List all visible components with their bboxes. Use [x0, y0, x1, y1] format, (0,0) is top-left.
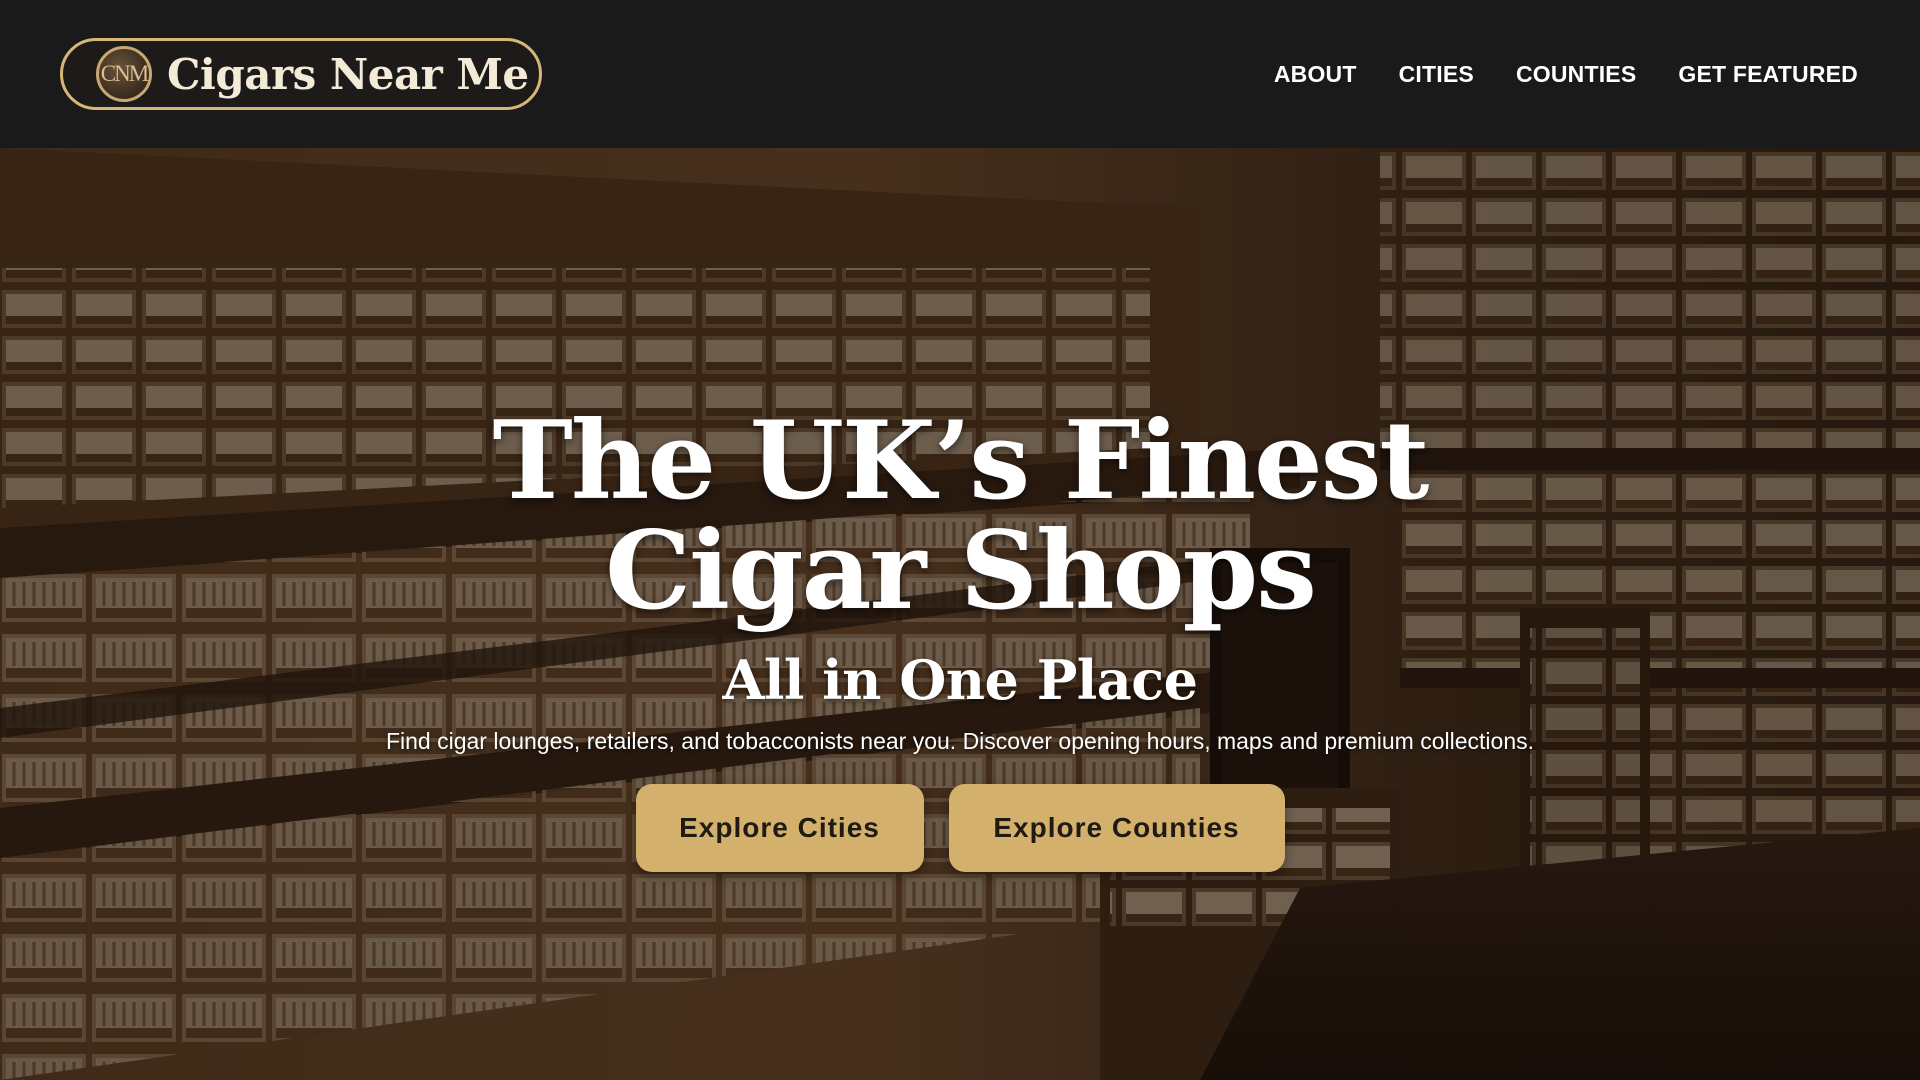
explore-counties-button[interactable]: Explore Counties — [948, 784, 1285, 872]
nav-cities[interactable]: CITIES — [1399, 61, 1474, 88]
logo-emblem: CNM — [96, 46, 152, 102]
hero-content: The UK’s Finest Cigar Shops All in One P… — [0, 148, 1920, 1080]
hero-section: The UK’s Finest Cigar Shops All in One P… — [0, 148, 1920, 1080]
site-header: CNM Cigars Near Me ABOUT CITIES COUNTIES… — [0, 0, 1920, 148]
nav-get-featured[interactable]: GET FEATURED — [1678, 61, 1858, 88]
hero-title: The UK’s Finest Cigar Shops — [492, 398, 1430, 634]
explore-cities-button[interactable]: Explore Cities — [635, 784, 924, 872]
main-nav: ABOUT CITIES COUNTIES GET FEATURED — [1274, 61, 1860, 88]
hero-subtitle: All in One Place — [722, 648, 1198, 712]
nav-about[interactable]: ABOUT — [1274, 61, 1357, 88]
nav-counties[interactable]: COUNTIES — [1516, 61, 1636, 88]
hero-cta-group: Explore Cities Explore Counties — [635, 784, 1285, 872]
hero-description: Find cigar lounges, retailers, and tobac… — [385, 728, 1535, 754]
logo-text: Cigars Near Me — [167, 49, 529, 99]
site-logo[interactable]: CNM Cigars Near Me — [60, 38, 542, 110]
